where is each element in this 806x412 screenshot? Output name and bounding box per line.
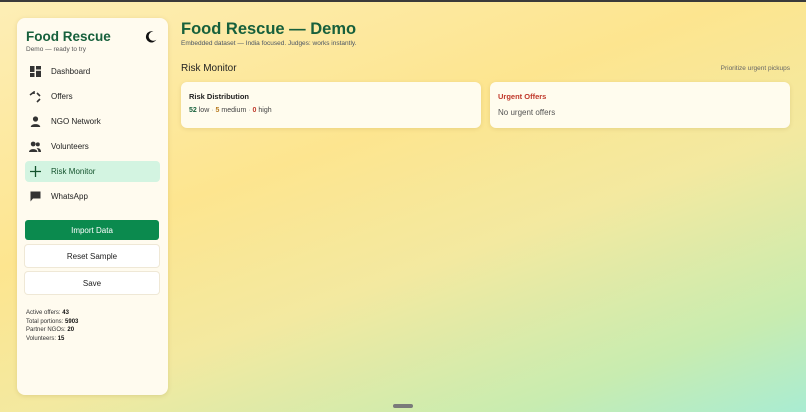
separator: · [248, 107, 251, 114]
brand-row: Food Rescue [25, 29, 160, 44]
risk-distribution-card: Risk Distribution 52 low · 5 medium · 0 … [181, 82, 481, 128]
low-label: low [198, 107, 210, 114]
section-header: Risk Monitor Prioritize urgent pickups [181, 63, 790, 74]
sidebar-item-volunteers[interactable]: Volunteers [25, 136, 160, 157]
high-count: 0 [252, 107, 257, 114]
risk-counts: 52 low · 5 medium · 0 high [189, 107, 473, 114]
sidebar-item-label: WhatsApp [51, 192, 88, 201]
save-button[interactable]: Save [25, 272, 159, 294]
stat-value: 20 [67, 327, 75, 334]
card-title: Urgent Offers [498, 92, 547, 101]
sidebar-item-ngo-network[interactable]: NGO Network [25, 111, 160, 132]
sidebar-item-label: NGO Network [51, 117, 101, 126]
sidebar-item-label: Risk Monitor [51, 167, 96, 176]
section-title: Risk Monitor [181, 63, 237, 74]
sidebar-item-whatsapp[interactable]: WhatsApp [25, 186, 160, 207]
section-hint: Prioritize urgent pickups [720, 65, 790, 72]
page-title: Food Rescue — Demo [181, 20, 357, 38]
stat-volunteers: Volunteers: 15 [26, 335, 65, 342]
person-icon [29, 116, 41, 128]
stat-value: 43 [62, 310, 69, 316]
brand-title: Food Rescue [26, 29, 111, 44]
stat-value: 5903 [65, 318, 79, 325]
reset-sample-button[interactable]: Reset Sample [25, 245, 159, 267]
card-title: Risk Distribution [189, 92, 250, 101]
medium-count: 5 [215, 107, 220, 114]
cards-row: Risk Distribution 52 low · 5 medium · 0 … [181, 82, 790, 128]
stat-value: 15 [57, 335, 65, 342]
sidebar-item-offers[interactable]: Offers [25, 86, 160, 107]
chat-icon [29, 191, 41, 203]
people-icon [29, 141, 41, 153]
page-subtitle: Embedded dataset — India focused. Judges… [181, 40, 357, 47]
window-top-bar [0, 0, 806, 2]
sidebar-item-label: Volunteers [51, 142, 89, 151]
import-data-button[interactable]: Import Data [25, 220, 159, 240]
sidebar-item-risk-monitor[interactable]: Risk Monitor [25, 161, 160, 182]
urgent-offers-card: Urgent Offers No urgent offers [490, 82, 790, 128]
high-label: high [258, 107, 272, 114]
sidebar-nav: Dashboard Offers NGO Network Volunteers … [25, 61, 160, 207]
stats-summary: Active offers: 43 Total portions: 5903 P… [25, 309, 160, 343]
separator: · [211, 107, 214, 114]
main-content: Food Rescue — Demo Embedded dataset — In… [181, 19, 790, 128]
sidebar: Food Rescue Demo — ready to try Dashboar… [17, 18, 168, 395]
sidebar-item-label: Dashboard [51, 67, 91, 76]
stat-partner-ngos: Partner NGOs: 20 [26, 327, 75, 334]
stat-active-offers: Active offers: 43 [26, 310, 69, 316]
dashboard-icon [29, 66, 41, 78]
low-count: 52 [189, 107, 197, 114]
sidebar-item-label: Offers [51, 92, 73, 101]
offers-icon [29, 90, 41, 103]
plus-icon [29, 166, 41, 178]
sidebar-item-dashboard[interactable]: Dashboard [25, 61, 160, 82]
stat-total-portions: Total portions: 5903 [26, 318, 79, 325]
empty-state-text: No urgent offers [498, 108, 556, 117]
moon-icon[interactable] [144, 30, 158, 44]
medium-label: medium [221, 107, 247, 114]
brand-subtitle: Demo — ready to try [26, 46, 86, 53]
drag-handle[interactable] [393, 404, 413, 408]
